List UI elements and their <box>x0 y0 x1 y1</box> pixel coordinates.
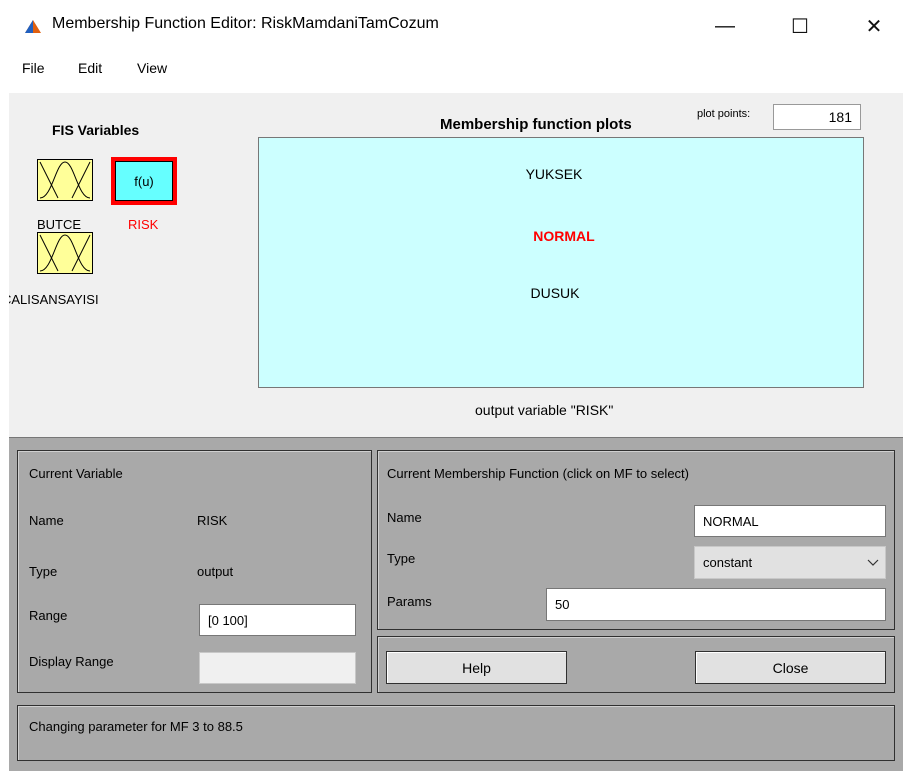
output-function-label: f(u) <box>115 161 173 201</box>
variable-type-label: Type <box>29 564 58 579</box>
range-input[interactable]: [0 100] <box>199 604 356 636</box>
display-range-input[interactable] <box>199 652 356 684</box>
input-variable-label-wrapper: CALISANSAYISI <box>9 292 159 307</box>
plot-caption: output variable "RISK" <box>475 402 614 418</box>
membership-curves-icon <box>39 234 91 272</box>
mf-label[interactable]: DUSUK <box>455 285 655 301</box>
variable-type-value: output <box>197 564 234 579</box>
mf-type-value: constant <box>703 555 753 570</box>
current-mf-title: Current Membership Function (click on MF… <box>387 466 689 481</box>
plot-points-label: plot points: <box>697 108 751 120</box>
output-variable-label: RISK <box>128 217 159 232</box>
range-label: Range <box>29 608 68 623</box>
menu-bar <box>0 52 903 92</box>
current-variable-title: Current Variable <box>29 466 123 481</box>
mf-label-selected[interactable]: NORMAL <box>464 228 664 244</box>
mf-type-label: Type <box>387 551 416 566</box>
maximize-button[interactable]: ☐ <box>775 8 825 44</box>
fis-variables-heading: FIS Variables <box>52 122 140 138</box>
plot-points-input[interactable]: 181 <box>773 104 861 130</box>
output-variable-risk-box[interactable]: f(u) <box>111 157 177 205</box>
close-button[interactable]: Close <box>695 651 886 684</box>
params-input[interactable]: 50 <box>546 588 886 621</box>
input-variable-butce-box[interactable] <box>37 159 93 201</box>
menu-file[interactable]: File <box>22 60 45 76</box>
window-title: Membership Function Editor: RiskMamdaniT… <box>52 15 439 32</box>
mf-type-select[interactable]: constant <box>694 546 886 579</box>
params-label: Params <box>387 594 432 609</box>
input-variable-label: BUTCE <box>37 217 82 232</box>
variable-name-value: RISK <box>197 513 228 528</box>
help-button[interactable]: Help <box>386 651 567 684</box>
input-variable-calisansayisi-box[interactable] <box>37 232 93 274</box>
mf-name-label: Name <box>387 510 422 525</box>
chevron-down-icon <box>867 559 879 566</box>
status-message: Changing parameter for MF 3 to 88.5 <box>29 719 243 734</box>
input-variable-label: CALISANSAYISI <box>9 292 99 307</box>
mf-name-input[interactable]: NORMAL <box>694 505 886 537</box>
window-close-button[interactable]: ✕ <box>849 8 899 44</box>
menu-edit[interactable]: Edit <box>78 60 102 76</box>
display-range-label: Display Range <box>29 654 114 669</box>
plot-title: Membership function plots <box>440 116 632 133</box>
mf-label[interactable]: YUKSEK <box>454 166 654 182</box>
membership-curves-icon <box>39 161 91 199</box>
matlab-app-icon <box>24 18 42 34</box>
variable-name-label: Name <box>29 513 64 528</box>
minimize-button[interactable]: — <box>700 8 750 44</box>
menu-view[interactable]: View <box>137 60 167 76</box>
